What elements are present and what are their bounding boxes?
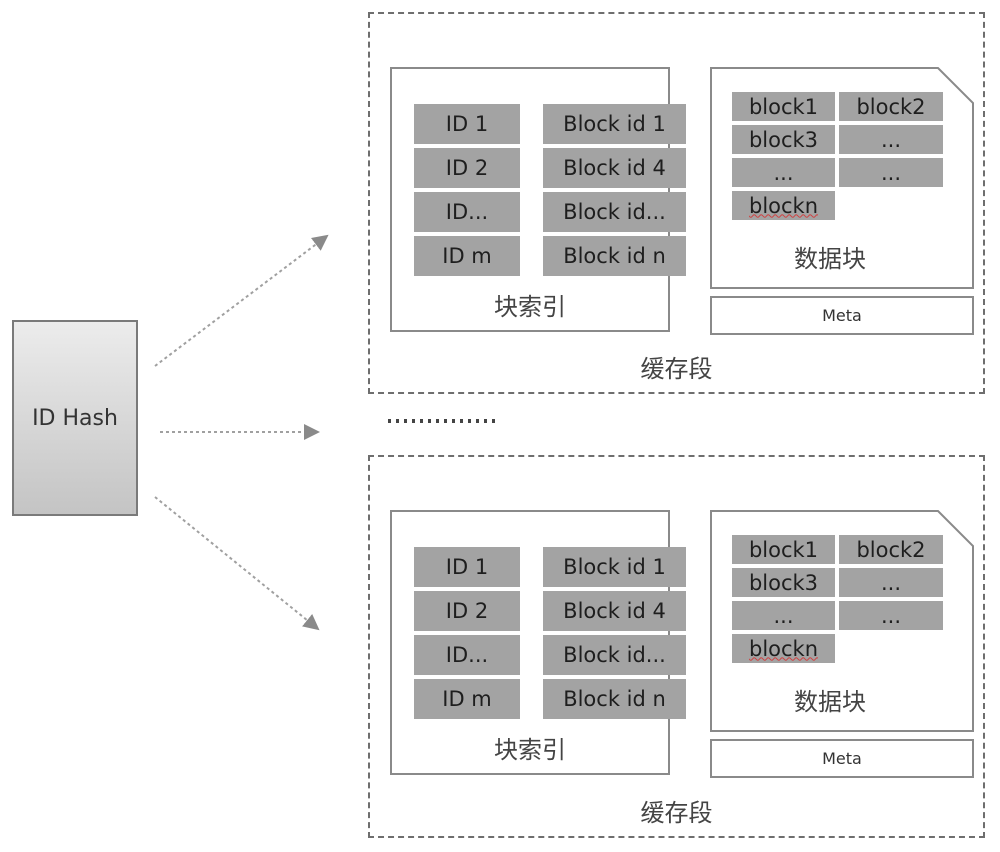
cache-segment-label: 缓存段 [640,355,713,383]
arrow-to-segment-2 [154,496,320,631]
block-index-label: 块索引 [494,736,566,764]
meta-label: Meta [822,749,862,768]
meta-box: Meta [710,296,974,335]
id-cell: ID 1 [414,104,520,144]
block-id-cell: Block id 1 [543,104,686,144]
data-block-cell: ... [839,125,943,154]
id-cell: ID m [414,679,520,719]
data-block-cell: block1 [732,92,835,121]
block-id-cell: Block id n [543,679,686,719]
segment-separator-dots [388,419,500,423]
data-block-label: 数据块 [794,688,866,716]
data-block-cell: block3 [732,125,835,154]
id-hash-label: ID Hash [32,405,118,431]
block-index-label: 块索引 [494,293,566,321]
block-id-cell: Block id... [543,635,686,675]
data-block-label: 数据块 [794,245,866,273]
data-block-cell: ... [732,601,835,630]
block-id-cell: Block id 4 [543,591,686,631]
id-cell: ID 2 [414,148,520,188]
data-block-panel: block1 block2 block3 ... ... ... blockn … [710,510,974,732]
block-index-panel: ID 1 ID 2 ID... ID m Block id 1 Block id… [390,510,686,775]
data-block-cell: block1 [732,535,835,564]
cache-segment: ID 1 ID 2 ID... ID m Block id 1 Block id… [368,12,985,394]
block-id-cell: Block id... [543,192,686,232]
block-id-cell: Block id n [543,236,686,276]
block-id-cell: Block id 1 [543,547,686,587]
id-cell: ID m [414,236,520,276]
id-cell: ID 2 [414,591,520,631]
data-block-cell: block2 [839,535,943,564]
data-block-cell: ... [839,601,943,630]
id-hash-box: ID Hash [12,320,138,516]
block-id-cell: Block id 4 [543,148,686,188]
id-cell: ID... [414,635,520,675]
data-block-panel: block1 block2 block3 ... ... ... blockn … [710,67,974,289]
meta-box: Meta [710,739,974,778]
data-block-cell: block2 [839,92,943,121]
data-block-cell: blockn [732,634,835,663]
id-cell: ID... [414,192,520,232]
arrow-to-segment-1 [154,234,329,367]
data-block-cell: blockn [732,191,835,220]
data-block-cell: ... [839,568,943,597]
data-block-cell: ... [732,158,835,187]
cache-segment-label: 缓存段 [640,799,713,827]
cache-segment: ID 1 ID 2 ID... ID m Block id 1 Block id… [368,455,985,838]
data-block-cell: block3 [732,568,835,597]
block-index-panel: ID 1 ID 2 ID... ID m Block id 1 Block id… [390,67,686,332]
meta-label: Meta [822,306,862,325]
data-block-cell: ... [839,158,943,187]
id-cell: ID 1 [414,547,520,587]
